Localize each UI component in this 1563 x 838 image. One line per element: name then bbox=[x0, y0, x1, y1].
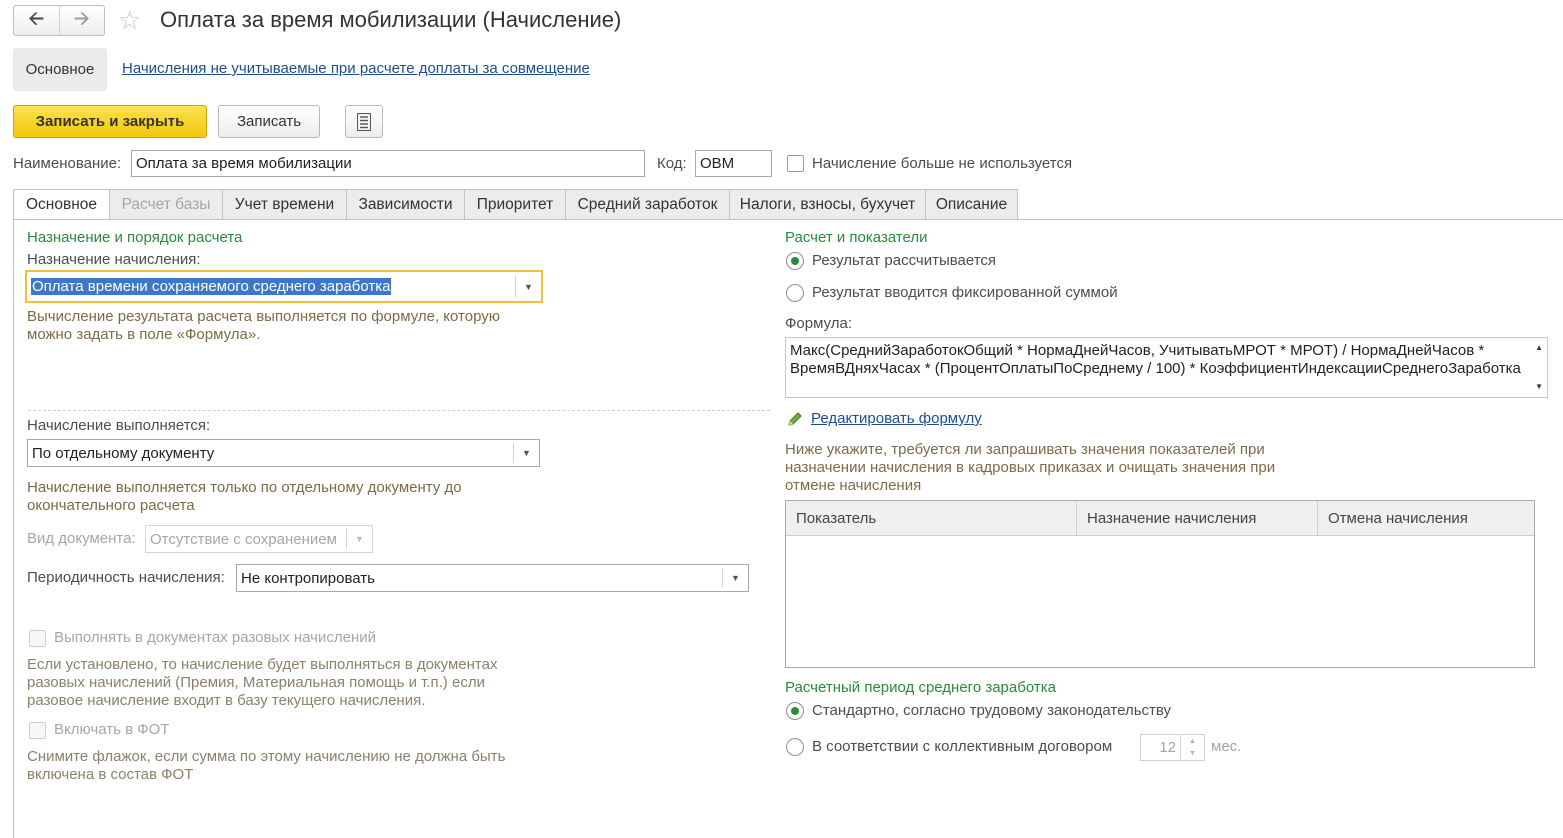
purpose-value: Оплата времени сохраняемого среднего зар… bbox=[31, 278, 392, 295]
arrow-left-icon: 🡨 bbox=[28, 7, 45, 30]
purpose-select[interactable]: Оплата времени сохраняемого среднего зар… bbox=[25, 270, 543, 303]
calc-group-title: Расчет и показатели bbox=[785, 229, 928, 246]
periodicity-select[interactable]: Не контропировать ▼ bbox=[236, 564, 749, 592]
months-value: 12 bbox=[1159, 739, 1176, 756]
history-nav: 🡨 🡪 bbox=[13, 5, 105, 36]
result-fixed-label: Результат вводится фиксированной суммой bbox=[812, 284, 1118, 301]
separator bbox=[28, 410, 770, 411]
result-calculated-radio[interactable] bbox=[786, 252, 804, 270]
periodicity-label: Периодичность начисления: bbox=[27, 569, 225, 586]
column-indicator[interactable]: Показатель bbox=[786, 501, 1077, 535]
purpose-group-title: Назначение и порядок расчета bbox=[27, 229, 243, 246]
arrow-right-icon: 🡪 bbox=[73, 7, 90, 30]
period-standard-label: Стандартно, согласно трудовому законодат… bbox=[812, 702, 1172, 719]
doc-type-value: Отсутствие с сохранением bbox=[150, 530, 337, 548]
tab-bar: Основное Расчет базы Учет времени Зависи… bbox=[13, 189, 1018, 220]
indicators-table[interactable]: Показатель Назначение начисления Отмена … bbox=[785, 500, 1535, 668]
one-time-label: Выполнять в документах разовых начислени… bbox=[54, 629, 376, 646]
tab-main[interactable]: Основное bbox=[13, 189, 109, 220]
result-calculated-label: Результат рассчитывается bbox=[812, 252, 997, 269]
execution-value: По отдельному документу bbox=[32, 444, 215, 462]
tab-time-accounting[interactable]: Учет времени bbox=[222, 189, 346, 220]
fot-checkbox bbox=[29, 722, 46, 739]
months-unit: мес. bbox=[1211, 738, 1242, 755]
formula-text: Макс(СреднийЗаработокОбщий * НормаДнейЧа… bbox=[790, 342, 1521, 377]
purpose-label: Назначение начисления: bbox=[27, 251, 201, 268]
months-stepper: 12 ▲ ▼ bbox=[1140, 734, 1205, 761]
triangle-down-icon[interactable]: ▼ bbox=[722, 568, 748, 588]
fot-hint: Снимите флажок, если сумма по этому начи… bbox=[27, 748, 506, 783]
unused-checkbox[interactable] bbox=[787, 155, 804, 172]
name-field[interactable]: Оплата за время мобилизации bbox=[131, 150, 645, 177]
list-menu-icon bbox=[357, 112, 371, 131]
indicators-hint: Ниже укажите, требуется ли запрашивать з… bbox=[785, 441, 1276, 494]
fot-label: Включать в ФОТ bbox=[54, 721, 170, 738]
code-field[interactable]: ОВМ bbox=[695, 150, 772, 177]
execution-label: Начисление выполняется: bbox=[27, 417, 211, 434]
period-group-title: Расчетный период среднего заработка bbox=[785, 679, 1056, 696]
star-outline-icon[interactable]: ☆ bbox=[118, 6, 141, 34]
doc-type-label: Вид документа: bbox=[27, 530, 136, 547]
forward-button[interactable]: 🡪 bbox=[58, 6, 105, 35]
back-button[interactable]: 🡨 bbox=[14, 6, 59, 35]
triangle-down-icon[interactable]: ▼ bbox=[513, 443, 539, 463]
execution-hint: Начисление выполняется только по отдельн… bbox=[27, 479, 462, 514]
periodicity-value: Не контропировать bbox=[241, 569, 375, 587]
one-time-hint: Если установлено, то начисление будет вы… bbox=[27, 656, 498, 709]
save-and-close-button[interactable]: Записать и закрыть bbox=[13, 105, 207, 138]
section-main[interactable]: Основное bbox=[13, 48, 107, 91]
stepper-up-icon: ▲ bbox=[1189, 737, 1196, 745]
edit-formula-link[interactable]: Редактировать формулу bbox=[811, 410, 982, 427]
formula-field[interactable]: Макс(СреднийЗаработокОбщий * НормаДнейЧа… bbox=[785, 337, 1548, 398]
tab-priority[interactable]: Приоритет bbox=[464, 189, 565, 220]
stepper-down-icon: ▼ bbox=[1189, 750, 1196, 758]
scroll-down-icon[interactable]: ▼ bbox=[1535, 382, 1543, 391]
save-button[interactable]: Записать bbox=[218, 105, 320, 138]
pencil-icon bbox=[786, 410, 804, 432]
triangle-down-icon[interactable]: ▼ bbox=[515, 275, 541, 298]
execution-select[interactable]: По отдельному документу ▼ bbox=[27, 439, 540, 467]
doc-type-select: Отсутствие с сохранением ▼ bbox=[145, 525, 373, 553]
formula-label: Формула: bbox=[785, 315, 853, 332]
period-standard-radio[interactable] bbox=[786, 702, 804, 720]
period-collective-radio[interactable] bbox=[786, 738, 804, 756]
tab-dependencies[interactable]: Зависимости bbox=[346, 189, 464, 220]
window-title: Оплата за время мобилизации (Начисление) bbox=[160, 7, 622, 32]
tab-divider bbox=[13, 219, 1563, 220]
panel-left-border bbox=[13, 220, 14, 838]
section-link-excluded-accruals[interactable]: Начисления не учитываемые при расчете до… bbox=[122, 60, 590, 77]
tab-taxes[interactable]: Налоги, взносы, бухучет bbox=[729, 189, 925, 220]
more-actions-button[interactable] bbox=[345, 105, 383, 138]
triangle-down-icon: ▼ bbox=[346, 529, 372, 549]
one-time-checkbox bbox=[29, 630, 46, 647]
column-cancellation[interactable]: Отмена начисления bbox=[1318, 501, 1534, 535]
unused-label: Начисление больше не используется bbox=[812, 155, 1073, 172]
column-assignment[interactable]: Назначение начисления bbox=[1077, 501, 1318, 535]
tab-average-earnings[interactable]: Средний заработок bbox=[565, 189, 729, 220]
code-label: Код: bbox=[657, 155, 687, 172]
scroll-up-icon[interactable]: ▲ bbox=[1535, 343, 1543, 352]
result-fixed-radio[interactable] bbox=[786, 284, 804, 302]
tab-base-calc: Расчет базы bbox=[109, 189, 222, 220]
table-header: Показатель Назначение начисления Отмена … bbox=[786, 501, 1534, 536]
tab-description[interactable]: Описание bbox=[925, 189, 1018, 220]
period-collective-label: В соответствии с коллективным договором bbox=[812, 738, 1113, 755]
purpose-hint: Вычисление результата расчета выполняетс… bbox=[27, 308, 501, 343]
name-label: Наименование: bbox=[13, 155, 122, 172]
edit-formula-link-text[interactable]: Редактировать формулу bbox=[811, 410, 982, 427]
